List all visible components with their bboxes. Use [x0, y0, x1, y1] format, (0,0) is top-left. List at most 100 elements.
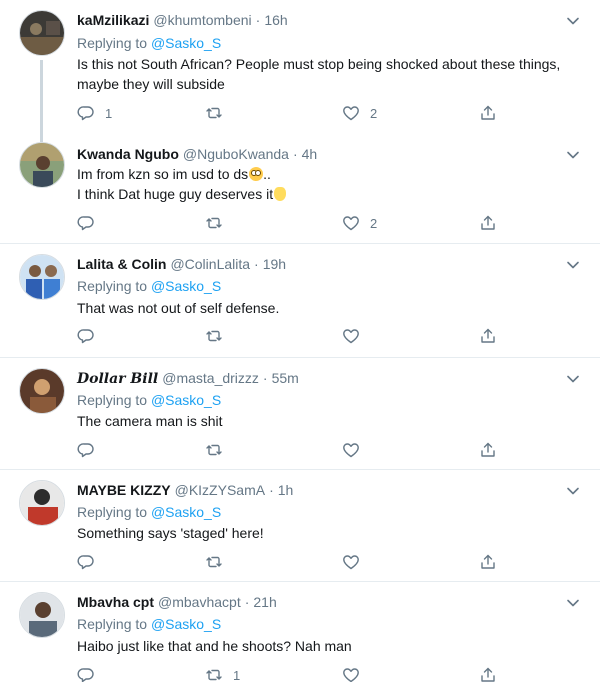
retweet-button[interactable]: [205, 440, 233, 460]
tweet-kwanda-ngubo[interactable]: Kwanda Ngubo @NguboKwanda · 4h Im from k…: [0, 142, 600, 244]
tweet-text: Haibo just like that and he shoots? Nah …: [77, 636, 587, 656]
timestamp[interactable]: 55m: [272, 370, 299, 386]
avatar[interactable]: [19, 592, 65, 638]
display-name[interactable]: kaMzilikazi: [77, 12, 149, 28]
caret-down-icon[interactable]: [566, 596, 580, 610]
display-name[interactable]: Mbavha cpt: [77, 594, 154, 610]
avatar[interactable]: [19, 142, 65, 188]
like-button[interactable]: [342, 552, 370, 572]
avatar[interactable]: [19, 254, 65, 300]
share-icon: [481, 215, 495, 230]
replying-to-label: Replying to: [77, 278, 148, 294]
reply-button[interactable]: [77, 213, 105, 233]
reply-button[interactable]: [77, 665, 105, 682]
tweet-text-fragment: I think Dat huge guy deserves it: [77, 186, 274, 202]
caret-down-icon[interactable]: [566, 372, 580, 386]
retweet-icon: [206, 669, 222, 681]
tweet-header: MAYBE KIZZY @KIzZYSamA · 1h: [77, 482, 293, 502]
retweet-button[interactable]: 1: [205, 665, 240, 682]
replying-to-label: Replying to: [77, 504, 148, 520]
user-handle[interactable]: @mbavhacpt: [158, 594, 241, 610]
replying-to-mention[interactable]: @Sasko_S: [151, 392, 221, 408]
reply-button[interactable]: 1: [77, 103, 112, 123]
reply-icon: [77, 668, 94, 682]
tweet-dollar-bill[interactable]: Dollar Bill @masta_drizzz · 55m Replying…: [0, 358, 600, 470]
like-button[interactable]: 2: [342, 213, 377, 233]
avatar[interactable]: [19, 480, 65, 526]
timestamp[interactable]: 1h: [278, 482, 294, 498]
share-button[interactable]: [479, 552, 497, 572]
retweet-button[interactable]: [205, 103, 233, 123]
display-name[interactable]: MAYBE KIZZY: [77, 482, 171, 498]
retweet-button[interactable]: [205, 213, 233, 233]
replying-to-mention[interactable]: @Sasko_S: [151, 616, 221, 632]
replying-to: Replying to @Sasko_S: [77, 392, 221, 408]
retweet-icon: [206, 444, 222, 456]
timestamp[interactable]: 4h: [302, 146, 318, 162]
like-button[interactable]: [342, 326, 370, 346]
user-handle[interactable]: @masta_drizzz: [162, 370, 259, 386]
display-name[interactable]: Lalita & Colin: [77, 256, 166, 272]
share-button[interactable]: [479, 665, 497, 682]
timestamp[interactable]: 21h: [253, 594, 276, 610]
caret-down-icon[interactable]: [566, 484, 580, 498]
timestamp[interactable]: 16h: [264, 12, 287, 28]
reply-button[interactable]: [77, 440, 105, 460]
like-icon: [343, 216, 359, 231]
replying-to: Replying to @Sasko_S: [77, 35, 221, 51]
share-button[interactable]: [479, 326, 497, 346]
replying-to: Replying to @Sasko_S: [77, 278, 221, 294]
user-handle[interactable]: @NguboKwanda: [183, 146, 289, 162]
replying-to-label: Replying to: [77, 392, 148, 408]
share-button[interactable]: [479, 213, 497, 233]
replying-to-mention[interactable]: @Sasko_S: [151, 35, 221, 51]
display-name[interactable]: Kwanda Ngubo: [77, 146, 179, 162]
retweet-button[interactable]: [205, 326, 233, 346]
display-name[interactable]: Dollar Bill: [77, 371, 158, 387]
avatar[interactable]: [19, 368, 65, 414]
tweet-text-line: That was not out of self defense.: [77, 300, 280, 316]
tweet-kamzilikazi[interactable]: kaMzilikazi @khumtombeni · 16h Replying …: [0, 0, 600, 142]
user-handle[interactable]: @ColinLalita: [170, 256, 250, 272]
replying-to: Replying to @Sasko_S: [77, 616, 221, 632]
caret-down-icon[interactable]: [566, 14, 580, 28]
tweet-text: Is this not South African? People must s…: [77, 54, 587, 94]
tweet-lalita-colin[interactable]: Lalita & Colin @ColinLalita · 19h Replyi…: [0, 244, 600, 358]
replying-to-mention[interactable]: @Sasko_S: [151, 278, 221, 294]
reply-icon: [77, 216, 94, 231]
user-handle[interactable]: @KIzZYSamA: [175, 482, 265, 498]
user-handle[interactable]: @khumtombeni: [153, 12, 251, 28]
like-icon: [343, 555, 359, 570]
share-button[interactable]: [479, 440, 497, 460]
separator: ·: [292, 146, 298, 162]
replying-to-label: Replying to: [77, 616, 148, 632]
caret-down-icon[interactable]: [566, 258, 580, 272]
tweet-text-line: Something says 'staged' here!: [77, 525, 264, 541]
tweet-mbavha-cpt[interactable]: Mbavha cpt @mbavhacpt · 21h Replying to …: [0, 582, 600, 682]
tweet-text-line: Im from kzn so im usd to ds..: [77, 164, 587, 184]
replying-to: Replying to @Sasko_S: [77, 504, 221, 520]
tweet-header: kaMzilikazi @khumtombeni · 16h: [77, 12, 288, 32]
replying-to-mention[interactable]: @Sasko_S: [151, 504, 221, 520]
avatar[interactable]: [19, 10, 65, 56]
share-icon: [481, 328, 495, 343]
tweet-actions: [77, 552, 517, 572]
like-icon: [343, 329, 359, 344]
like-button[interactable]: [342, 665, 370, 682]
retweet-icon: [206, 330, 222, 342]
retweet-icon: [206, 556, 222, 568]
reply-button[interactable]: [77, 326, 105, 346]
caret-down-icon[interactable]: [566, 148, 580, 162]
tweet-actions: [77, 326, 517, 346]
tweet-actions: 2: [77, 213, 517, 233]
tweet-text-line: maybe they will subside: [77, 76, 225, 92]
like-button[interactable]: 2: [342, 103, 377, 123]
tweet-maybe-kizzy[interactable]: MAYBE KIZZY @KIzZYSamA · 1h Replying to …: [0, 470, 600, 582]
reply-button[interactable]: [77, 552, 105, 572]
retweet-button[interactable]: [205, 552, 233, 572]
tweet-header: Dollar Bill @masta_drizzz · 55m: [77, 370, 299, 390]
timestamp[interactable]: 19h: [263, 256, 286, 272]
like-button[interactable]: [342, 440, 370, 460]
share-button[interactable]: [479, 103, 497, 123]
tweet-text: Something says 'staged' here!: [77, 523, 587, 543]
